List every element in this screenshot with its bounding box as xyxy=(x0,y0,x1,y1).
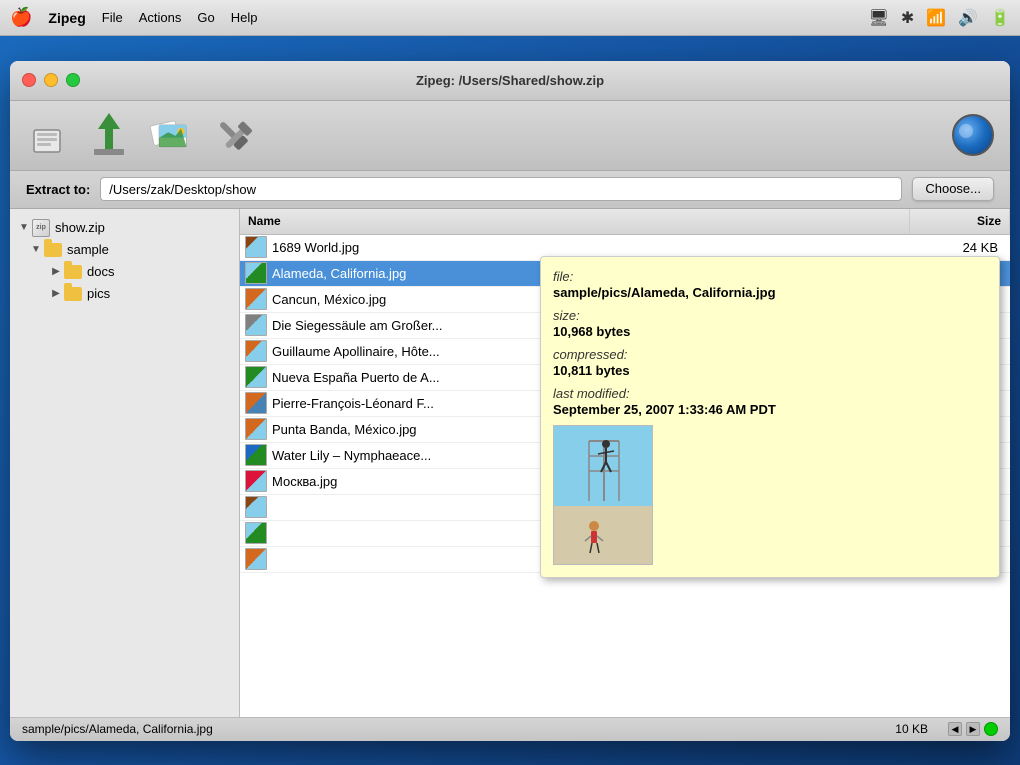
file-thumb xyxy=(245,262,267,284)
file-list-header: Name Size xyxy=(240,209,1010,235)
titlebar: Zipeg: /Users/Shared/show.zip xyxy=(10,61,1010,101)
file-thumb xyxy=(245,548,267,570)
folder-icon-docs xyxy=(64,265,82,279)
file-thumb xyxy=(245,444,267,466)
window-controls xyxy=(22,73,80,87)
tree-triangle-docs xyxy=(50,266,62,278)
col-header-name[interactable]: Name xyxy=(240,209,910,234)
sidebar-label-showzip: show.zip xyxy=(55,220,105,235)
globe-icon xyxy=(952,114,994,156)
tooltip-file-value: sample/pics/Alameda, California.jpg xyxy=(553,285,987,300)
extract-label: Extract to: xyxy=(26,182,90,197)
minimize-button[interactable] xyxy=(44,73,58,87)
extract-icon xyxy=(88,114,130,156)
tools-button[interactable] xyxy=(212,114,254,156)
unzip-button[interactable] xyxy=(26,114,68,156)
sidebar: zip show.zip sample docs xyxy=(10,209,240,717)
choose-button[interactable]: Choose... xyxy=(912,177,994,201)
file-thumb xyxy=(245,314,267,336)
tooltip-compressed-label: compressed: xyxy=(553,347,987,362)
file-thumb xyxy=(245,418,267,440)
tooltip-size-value: 10,968 bytes xyxy=(553,324,987,339)
file-thumb xyxy=(245,236,267,258)
sidebar-item-sample[interactable]: sample xyxy=(10,239,239,261)
toolbar xyxy=(10,101,1010,171)
status-size: 10 KB xyxy=(895,722,928,736)
extract-bar: Extract to: /Users/zak/Desktop/show Choo… xyxy=(10,171,1010,209)
tooltip-compressed-value: 10,811 bytes xyxy=(553,363,987,378)
tooltip-file-label: file: xyxy=(553,269,987,284)
file-size: 24 KB xyxy=(910,240,1010,255)
statusbar: sample/pics/Alameda, California.jpg 10 K… xyxy=(10,717,1010,741)
menubar-right: 🖥 ✱ 📶 🔊 🔋 xyxy=(869,8,1010,28)
file-thumb xyxy=(245,366,267,388)
extract-button[interactable] xyxy=(88,114,130,156)
tree-triangle-sample xyxy=(30,244,42,256)
file-thumb xyxy=(245,340,267,362)
status-indicator xyxy=(984,722,998,736)
folder-icon-sample xyxy=(44,243,62,257)
status-path: sample/pics/Alameda, California.jpg xyxy=(22,722,875,736)
window-title: Zipeg: /Users/Shared/show.zip xyxy=(416,73,604,88)
tooltip-modified-value: September 25, 2007 1:33:46 AM PDT xyxy=(553,402,987,417)
sidebar-label-pics: pics xyxy=(87,286,110,301)
menubar: 🍎 Zipeg File Actions Go Help 🖥 ✱ 📶 🔊 🔋 xyxy=(0,0,1020,36)
globe-button[interactable] xyxy=(952,114,994,156)
file-menu[interactable]: File xyxy=(102,10,123,25)
zip-icon: zip xyxy=(32,219,50,237)
file-name: 1689 World.jpg xyxy=(272,240,910,255)
sidebar-label-sample: sample xyxy=(67,242,109,257)
maximize-button[interactable] xyxy=(66,73,80,87)
help-menu[interactable]: Help xyxy=(231,10,258,25)
close-button[interactable] xyxy=(22,73,36,87)
tooltip-modified-label: last modified: xyxy=(553,386,987,401)
sidebar-item-pics[interactable]: pics xyxy=(10,283,239,305)
file-thumb xyxy=(245,522,267,544)
tree-triangle-pics xyxy=(50,288,62,300)
apple-menu[interactable]: 🍎 xyxy=(10,7,32,28)
tooltip-popup: file: sample/pics/Alameda, California.jp… xyxy=(540,256,1000,578)
wifi-icon: 📶 xyxy=(926,8,946,28)
statusbar-right: ◀ ▶ xyxy=(948,722,998,736)
scroll-right-button[interactable]: ▶ xyxy=(966,722,980,736)
tooltip-size-label: size: xyxy=(553,308,987,323)
desktop: Zipeg: /Users/Shared/show.zip xyxy=(0,36,1020,765)
file-thumb xyxy=(245,288,267,310)
monitor-icon: 🖥 xyxy=(869,8,889,28)
file-thumb xyxy=(245,470,267,492)
folder-icon-pics xyxy=(64,287,82,301)
tooltip-preview xyxy=(553,425,653,565)
preview-icon xyxy=(150,114,192,156)
file-thumb xyxy=(245,496,267,518)
sidebar-item-showzip[interactable]: zip show.zip xyxy=(10,217,239,239)
sidebar-item-docs[interactable]: docs xyxy=(10,261,239,283)
preview-button[interactable] xyxy=(150,114,192,156)
go-menu[interactable]: Go xyxy=(197,10,214,25)
sidebar-label-docs: docs xyxy=(87,264,114,279)
col-header-size[interactable]: Size xyxy=(910,209,1010,234)
tools-icon xyxy=(212,114,254,156)
scroll-left-button[interactable]: ◀ xyxy=(948,722,962,736)
actions-menu[interactable]: Actions xyxy=(139,10,182,25)
extract-path: /Users/zak/Desktop/show xyxy=(100,177,902,201)
battery-icon: 🔋 xyxy=(990,8,1010,28)
volume-icon: 🔊 xyxy=(958,8,978,28)
file-thumb xyxy=(245,392,267,414)
app-menu[interactable]: Zipeg xyxy=(48,10,85,26)
unzip-icon xyxy=(26,114,68,156)
tree-triangle-showzip xyxy=(18,222,30,234)
bluetooth-icon: ✱ xyxy=(901,8,914,28)
main-window: Zipeg: /Users/Shared/show.zip xyxy=(10,61,1010,741)
